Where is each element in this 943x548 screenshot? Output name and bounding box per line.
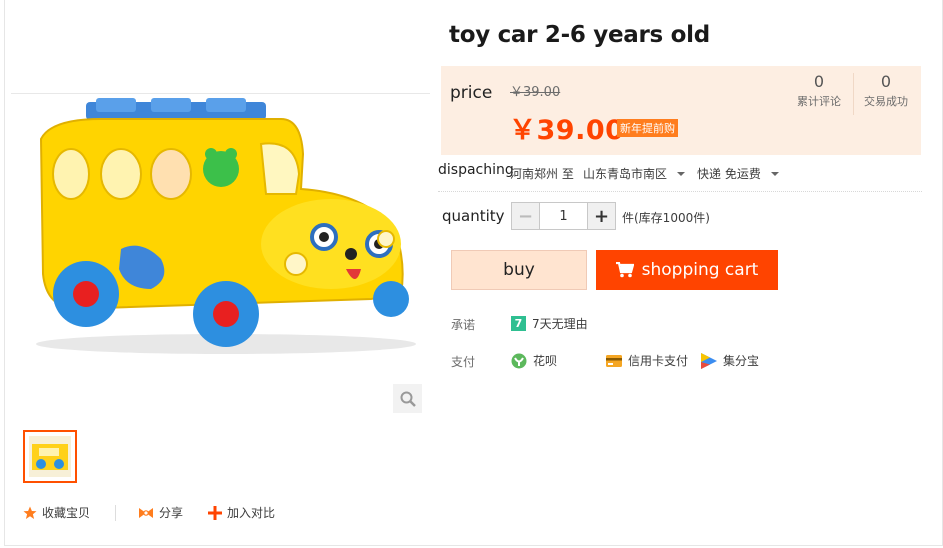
origin-text: 河南郑州 至 bbox=[510, 165, 574, 182]
favorite-button[interactable]: 收藏宝贝 bbox=[23, 504, 90, 521]
review-label: 累计评论 bbox=[797, 95, 841, 108]
thumbnail-1[interactable] bbox=[23, 430, 77, 483]
credit-card-icon bbox=[606, 354, 622, 367]
decrement-button[interactable]: − bbox=[512, 203, 539, 229]
cart-icon bbox=[615, 262, 634, 278]
shipping-method: 快递 免运费 bbox=[697, 167, 761, 181]
payment-jifenbao[interactable]: 集分宝 bbox=[701, 352, 759, 369]
review-count: 0 bbox=[813, 72, 825, 91]
promise-label: 承诺 bbox=[451, 318, 476, 332]
magnifier-icon bbox=[400, 391, 416, 407]
zoom-button[interactable] bbox=[393, 384, 422, 413]
promo-badge: 新年提前购 bbox=[617, 119, 678, 137]
buy-button[interactable]: buy bbox=[451, 250, 587, 290]
toy-car-image bbox=[11, 94, 430, 358]
share-button[interactable]: 分享 bbox=[138, 504, 183, 521]
action-bar: 收藏宝贝 分享 加入对比 bbox=[23, 504, 275, 521]
current-price: ￥39.00 bbox=[509, 115, 625, 146]
quantity-label: quantity bbox=[442, 207, 505, 225]
payment-credit-card[interactable]: 信用卡支付 bbox=[606, 352, 688, 369]
main-product-image[interactable] bbox=[11, 93, 430, 358]
sales-stat[interactable]: 0 交易成功 bbox=[853, 72, 919, 112]
huabei-icon bbox=[511, 353, 527, 368]
return-policy[interactable]: 7 7天无理由 bbox=[511, 315, 588, 332]
destination-select[interactable]: 山东青岛市南区 bbox=[583, 165, 686, 182]
increment-button[interactable]: + bbox=[588, 203, 615, 229]
huabei-text: 花呗 bbox=[533, 354, 558, 368]
payment-huabei[interactable]: 花呗 bbox=[511, 352, 557, 369]
chevron-down-icon bbox=[770, 171, 779, 176]
product-title: toy car 2-6 years old bbox=[449, 22, 710, 48]
dispatch-label: dispaching bbox=[438, 162, 514, 178]
quantity-input[interactable] bbox=[539, 203, 588, 229]
thumbnail-image bbox=[29, 436, 71, 477]
credit-card-text: 信用卡支付 bbox=[628, 354, 689, 368]
cart-label: shopping cart bbox=[641, 260, 759, 280]
review-stat[interactable]: 0 累计评论 bbox=[786, 72, 852, 112]
share-label: 分享 bbox=[159, 506, 184, 520]
share-icon bbox=[139, 507, 154, 518]
shipping-select[interactable]: 快递 免运费 bbox=[697, 165, 779, 182]
action-divider bbox=[115, 504, 117, 521]
price-label: price bbox=[450, 83, 493, 103]
plus-icon bbox=[208, 505, 223, 520]
seven-day-icon: 7 bbox=[511, 316, 526, 331]
star-icon bbox=[23, 506, 37, 519]
add-to-cart-button[interactable]: shopping cart bbox=[596, 250, 778, 290]
jifenbao-text: 集分宝 bbox=[723, 354, 760, 368]
stock-text: 件(库存1000件) bbox=[622, 211, 710, 225]
compare-button[interactable]: 加入对比 bbox=[208, 504, 275, 521]
destination-location: 山东青岛市南区 bbox=[583, 167, 668, 181]
sales-label: 交易成功 bbox=[864, 95, 908, 108]
favorite-label: 收藏宝贝 bbox=[42, 506, 91, 520]
jifenbao-icon bbox=[701, 352, 717, 369]
origin-location: 河南郑州 至 bbox=[510, 167, 574, 181]
return-policy-text: 7天无理由 bbox=[532, 317, 588, 331]
payment-label: 支付 bbox=[451, 355, 476, 369]
compare-label: 加入对比 bbox=[227, 506, 276, 520]
dispatch-row: dispaching 河南郑州 至 山东青岛市南区 快递 免运费 bbox=[438, 162, 922, 192]
original-price: ￥39.00 bbox=[510, 85, 561, 100]
sales-count: 0 bbox=[880, 72, 892, 91]
price-panel: price ￥39.00 ￥39.00 新年提前购 0 累计评论 0 交易成功 bbox=[441, 66, 921, 155]
chevron-down-icon bbox=[677, 171, 686, 176]
quantity-stepper: − + bbox=[511, 202, 616, 230]
